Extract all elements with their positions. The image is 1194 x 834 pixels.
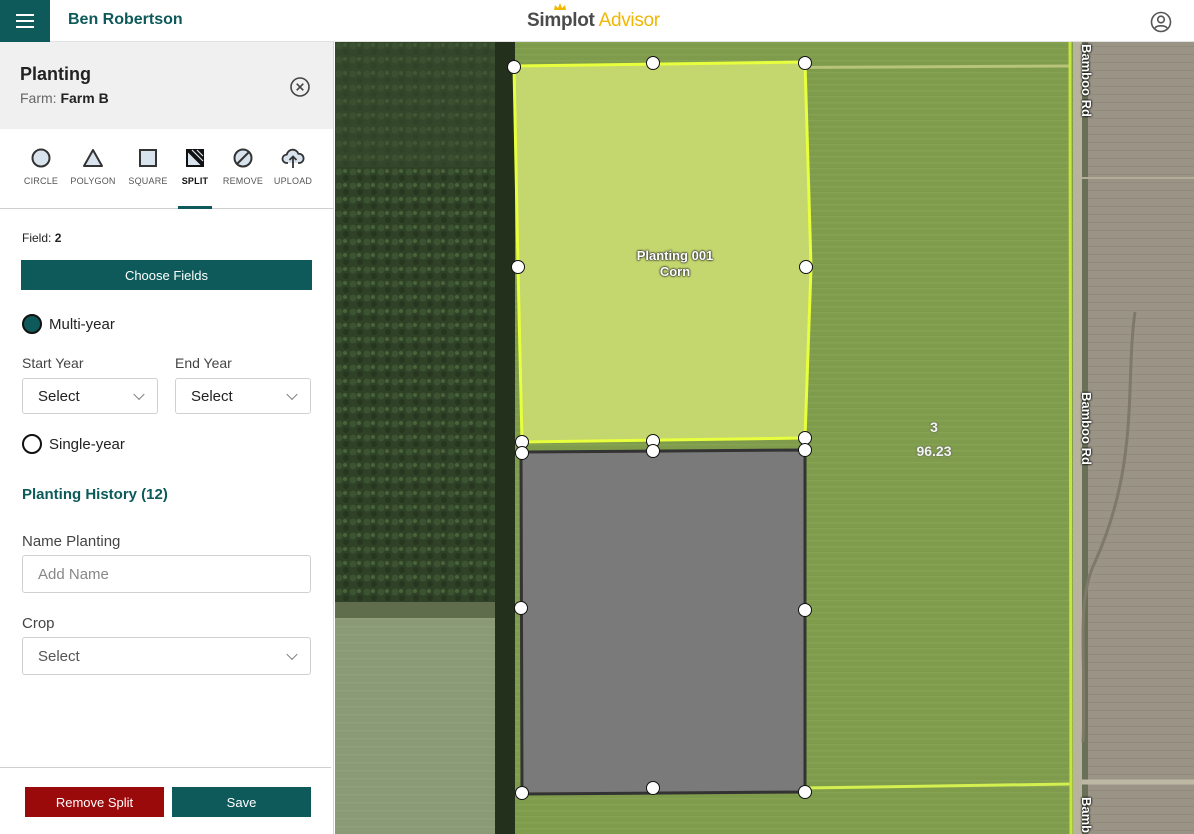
vertex-handle[interactable]	[799, 260, 813, 274]
vertex-handle[interactable]	[511, 260, 525, 274]
chevron-down-icon	[133, 388, 145, 401]
map-imagery	[335, 42, 1194, 834]
hamburger-menu-icon[interactable]	[0, 0, 50, 42]
end-year-label: End Year	[175, 355, 232, 371]
field-info-label: 3 96.23	[916, 419, 952, 459]
vertex-handle[interactable]	[798, 56, 812, 70]
remove-split-button[interactable]: Remove Split	[25, 787, 164, 817]
close-circle-icon[interactable]	[289, 76, 311, 98]
start-year-select[interactable]: Select	[22, 378, 158, 414]
vertex-handle[interactable]	[798, 603, 812, 617]
triangle-icon	[83, 149, 103, 167]
end-year-select[interactable]: Select	[175, 378, 311, 414]
name-planting-label: Name Planting	[22, 533, 121, 550]
square-icon	[139, 149, 157, 167]
planting-panel: Planting Farm: Farm B CIRCLE POLYGON SQU…	[0, 42, 334, 834]
drawing-tools: CIRCLE POLYGON SQUARE SPLIT REMOVE UPLOA…	[0, 129, 334, 209]
remove-icon	[233, 148, 253, 168]
vertex-handle[interactable]	[646, 444, 660, 458]
multi-year-radio[interactable]: Multi-year	[22, 314, 115, 334]
planting-label: Planting 001 Corn	[636, 248, 714, 279]
vertex-handle[interactable]	[646, 56, 660, 70]
tool-polygon[interactable]: POLYGON	[65, 129, 121, 208]
radio-checked-icon	[22, 314, 42, 334]
split-icon	[186, 149, 204, 167]
vertex-handle[interactable]	[507, 60, 521, 74]
road-label: Bamb	[1079, 797, 1094, 834]
save-button[interactable]: Save	[172, 787, 311, 817]
top-bar: Ben Robertson Simplot Advisor	[0, 0, 1194, 42]
panel-title: Planting	[20, 64, 91, 84]
field-count: Field: 2	[22, 231, 62, 245]
vertex-handle[interactable]	[515, 446, 529, 460]
panel-footer: Remove Split Save	[0, 767, 331, 834]
chevron-down-icon	[286, 648, 298, 661]
farm-line: Farm: Farm B	[20, 90, 109, 106]
vertex-handle[interactable]	[798, 443, 812, 457]
vertex-handle[interactable]	[515, 786, 529, 800]
single-year-radio[interactable]: Single-year	[22, 434, 125, 454]
satellite-map[interactable]: Planting 001 Corn 3 96.23 Bamboo Rd Bamb…	[335, 42, 1194, 834]
brand-logo: Simplot Advisor	[527, 10, 660, 31]
start-year-label: Start Year	[22, 355, 84, 371]
crop-label: Crop	[22, 615, 55, 632]
road-label: Bamboo Rd	[1079, 392, 1094, 465]
planting-history-link[interactable]: Planting History (12)	[22, 486, 168, 503]
panel-header: Planting Farm: Farm B	[0, 42, 333, 129]
name-planting-input[interactable]	[22, 555, 311, 593]
vertex-handle[interactable]	[798, 785, 812, 799]
radio-unchecked-icon	[22, 434, 42, 454]
choose-fields-button[interactable]: Choose Fields	[21, 260, 312, 290]
crop-select[interactable]: Select	[22, 637, 311, 675]
vertex-handle[interactable]	[646, 781, 660, 795]
upload-cloud-icon	[281, 148, 305, 168]
road-label: Bamboo Rd	[1079, 44, 1094, 117]
circle-icon	[31, 148, 51, 168]
farm-name: Farm B	[60, 90, 109, 106]
chevron-down-icon	[286, 388, 298, 401]
account-circle-icon[interactable]	[1150, 11, 1172, 33]
vertex-handle[interactable]	[514, 601, 528, 615]
tool-remove[interactable]: REMOVE	[215, 129, 271, 208]
tool-circle[interactable]: CIRCLE	[13, 129, 69, 208]
tool-upload[interactable]: UPLOAD	[265, 129, 321, 208]
user-name: Ben Robertson	[68, 11, 183, 28]
